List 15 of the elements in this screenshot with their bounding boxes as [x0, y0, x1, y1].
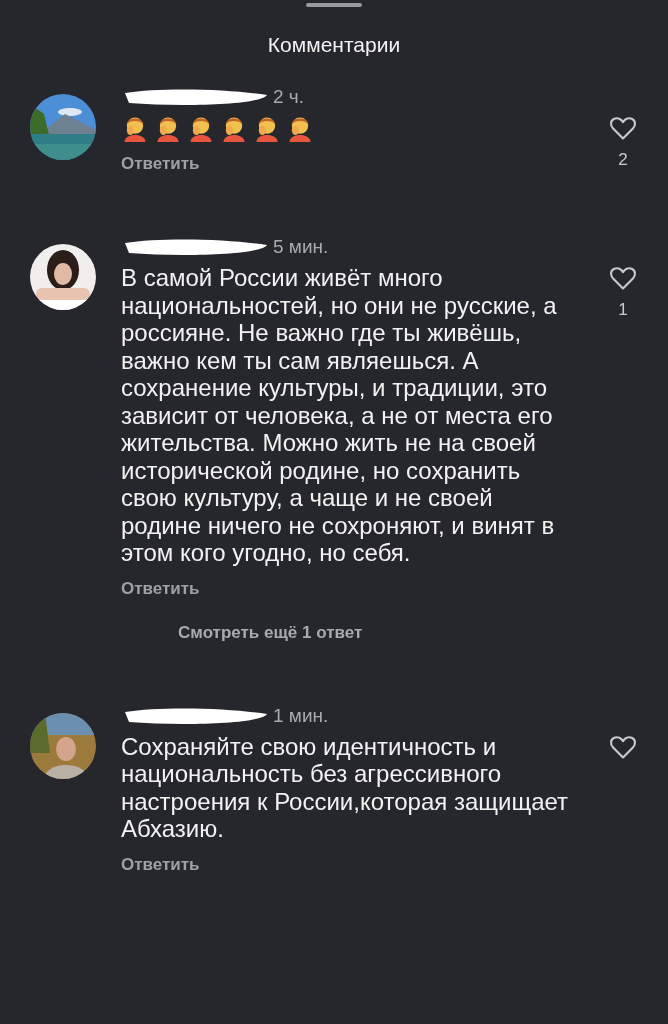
view-replies-link[interactable]: Смотреть ещё 1 ответ: [178, 622, 363, 643]
sheet-title: Комментарии: [266, 33, 402, 57]
like-count: 1: [618, 300, 628, 320]
comment-time: 1 мин.: [273, 704, 329, 727]
reply-link[interactable]: Ответить: [121, 154, 200, 174]
comment-time: 2 ч.: [273, 86, 305, 108]
comment-time: 5 мин.: [273, 236, 329, 258]
comment-text: Сохраняйте свою идентичность и национальность без агрессивного настроения к России,которая защищает Абхазию.: [121, 732, 570, 843]
drag-handle[interactable]: [306, 3, 362, 7]
like-count: 2: [618, 150, 628, 170]
heart-icon[interactable]: [609, 264, 637, 292]
comment-text: В самой России живёт много национальностей, но они не русские, а россияне. Не важно где ты живёшь, важно кем ты сам являешься. А сохранение культуры, и традиции, это зависит от человека, а не от места его жительства. Можно жить не на своей исторической родине, но сохранить свою культуру, а чаще и не своей родине ничего не сохроняют, и винят в этом кого угодно, но себя.: [121, 264, 558, 567]
reply-link[interactable]: Ответить: [121, 854, 200, 875]
heart-icon[interactable]: [609, 114, 637, 142]
reply-link[interactable]: Ответить: [121, 578, 200, 599]
